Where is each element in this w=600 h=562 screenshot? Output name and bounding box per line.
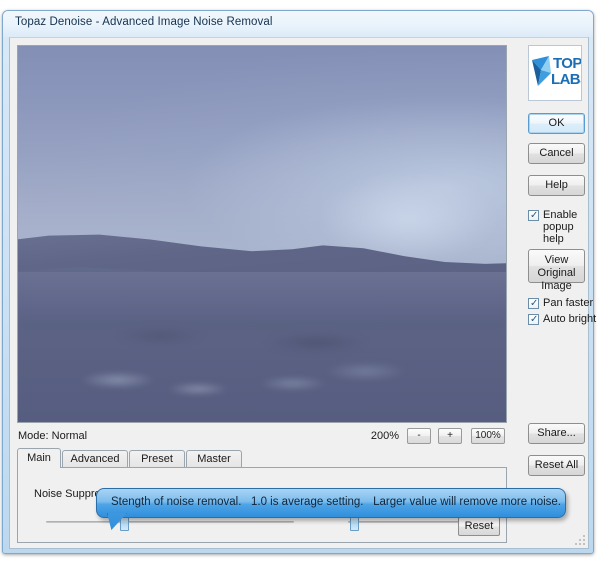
right-sidebar: TOPAZ LABS OK Cancel Help ✓ Enable popup… — [515, 45, 596, 543]
tab-preset[interactable]: Preset — [129, 450, 185, 468]
view-original-image-button[interactable]: View Original Image — [528, 249, 585, 292]
resize-grip-icon[interactable] — [574, 534, 586, 546]
title-bar: Topaz Denoise - Advanced Image Noise Rem… — [3, 11, 593, 37]
checkmark-icon: ✓ — [530, 298, 539, 309]
client-area: Mode: Normal 200% - + 100% Main Advanced… — [9, 37, 596, 549]
image-preview-panel[interactable] — [17, 45, 507, 423]
window-title: Topaz Denoise - Advanced Image Noise Rem… — [15, 16, 273, 28]
mode-label: Mode: Normal — [18, 430, 88, 442]
tab-strip: Main Advanced Preset Master — [17, 448, 507, 468]
preview-ground-highlight — [18, 312, 506, 340]
reset-button[interactable]: Reset — [458, 517, 500, 536]
checkmark-icon: ✓ — [530, 314, 539, 325]
help-button[interactable]: Help — [528, 175, 585, 196]
reset-all-button[interactable]: Reset All — [528, 455, 585, 476]
checkbox-box[interactable]: ✓ — [528, 210, 539, 221]
topaz-labs-logo: TOPAZ LABS — [528, 45, 582, 101]
cancel-button[interactable]: Cancel — [528, 143, 585, 164]
checkmark-icon: ✓ — [530, 210, 539, 221]
zoom-out-button[interactable]: - — [407, 428, 431, 444]
tab-master[interactable]: Master — [186, 450, 242, 468]
application-window: Topaz Denoise - Advanced Image Noise Rem… — [2, 10, 596, 554]
ok-button[interactable]: OK — [528, 113, 585, 134]
share-button[interactable]: Share... — [528, 423, 585, 444]
zoom-level-label: 200% — [370, 430, 399, 442]
auto-bright-label: Auto bright — [543, 313, 597, 325]
enable-popup-help-label: Enable popup help — [543, 209, 578, 245]
zoom-100-percent-button[interactable]: 100% — [471, 428, 505, 444]
tab-advanced[interactable]: Advanced — [62, 450, 128, 468]
slider-track — [46, 521, 294, 523]
checkbox-box[interactable]: ✓ — [528, 314, 539, 325]
svg-text:TOPAZ: TOPAZ — [553, 55, 581, 72]
tab-main[interactable]: Main — [17, 448, 61, 468]
tooltip-text: Stength of noise removal. 1.0 is average… — [111, 496, 562, 508]
pan-faster-label: Pan faster — [543, 297, 594, 309]
preview-ground-texture — [18, 271, 506, 422]
checkbox-box[interactable]: ✓ — [528, 298, 539, 309]
topaz-labs-logo-icon: TOPAZ LABS — [532, 55, 581, 88]
mode-and-zoom-bar: Mode: Normal 200% - + 100% — [17, 428, 507, 446]
svg-text:LABS: LABS — [551, 71, 581, 88]
popup-help-tooltip: Stength of noise removal. 1.0 is average… — [96, 488, 566, 530]
zoom-in-button[interactable]: + — [438, 428, 462, 444]
preview-image[interactable] — [18, 46, 506, 422]
